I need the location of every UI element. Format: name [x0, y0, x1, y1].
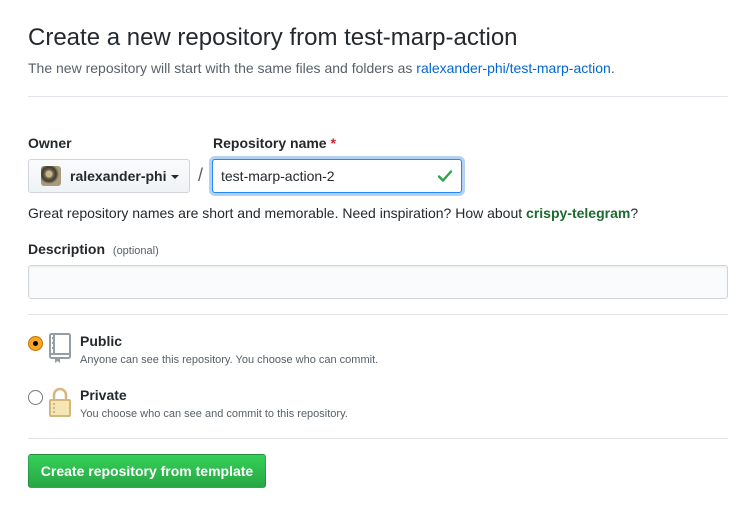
description-divider [28, 314, 728, 315]
public-desc: Anyone can see this repository. You choo… [80, 354, 379, 366]
chevron-down-icon [171, 175, 180, 179]
subtitle-prefix: The new repository will start with the s… [28, 60, 417, 76]
public-radio[interactable] [28, 336, 43, 351]
name-suggestion-link[interactable]: crispy-telegram [526, 205, 630, 221]
owner-name: ralexander-phi [70, 168, 167, 184]
avatar [41, 166, 61, 186]
repo-name-input[interactable] [212, 159, 462, 193]
owner-repo-separator: / [198, 165, 204, 185]
optional-tag: (optional) [112, 245, 159, 257]
required-mark: * [330, 135, 336, 151]
description-input[interactable] [28, 265, 728, 299]
repo-icon [49, 333, 71, 363]
hint-prefix: Great repository names are short and mem… [28, 205, 527, 221]
subtitle-suffix: . [610, 60, 615, 76]
owner-label: Owner [28, 135, 72, 151]
hint-suffix: ? [630, 205, 639, 221]
page-title: Create a new repository from test-marp-a… [28, 24, 518, 51]
private-desc: You choose who can see and commit to thi… [80, 408, 348, 420]
check-icon [437, 170, 453, 182]
owner-select-button[interactable]: ralexander-phi [28, 159, 190, 193]
private-title: Private [80, 387, 127, 403]
visibility-divider [28, 438, 728, 439]
description-label: Description (optional) [28, 241, 159, 257]
lock-icon [49, 387, 71, 417]
name-hint: Great repository names are short and mem… [28, 205, 638, 221]
private-radio[interactable] [28, 390, 43, 405]
public-title: Public [80, 333, 123, 349]
page-subtitle: The new repository will start with the s… [28, 60, 615, 76]
repo-name-label: Repository name * [213, 135, 336, 151]
template-repo-link[interactable]: ralexander-phi/test-marp-action [416, 60, 611, 76]
create-repo-page: Create a new repository from test-marp-a… [0, 0, 752, 513]
description-label-text: Description [28, 241, 106, 257]
repo-name-label-text: Repository name [213, 135, 327, 151]
header-divider [28, 96, 728, 97]
create-repository-button[interactable]: Create repository from template [28, 454, 266, 488]
